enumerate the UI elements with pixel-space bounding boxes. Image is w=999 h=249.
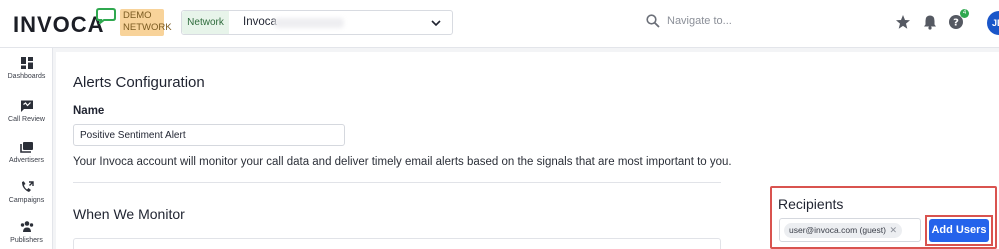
add-users-button[interactable]: Add Users (929, 219, 989, 242)
sidebar: Dashboards Call Review Advertisers Campa… (0, 48, 53, 249)
page-title: Alerts Configuration (73, 74, 205, 91)
sidebar-item-label: Dashboards (7, 73, 46, 80)
monitor-settings-panel (73, 238, 721, 249)
monitor-description: Your Invoca account will monitor your ca… (73, 156, 732, 168)
divider (73, 182, 721, 183)
name-label: Name (73, 105, 105, 117)
avatar[interactable]: JE (987, 11, 999, 35)
demo-network-badge: DEMO NETWORK (120, 9, 172, 36)
sidebar-item-dashboards[interactable]: Dashboards (0, 56, 53, 96)
remove-recipient-icon[interactable]: ✕ (889, 223, 897, 238)
publishers-icon (20, 221, 33, 232)
sidebar-item-label: Call Review (8, 116, 45, 123)
sidebar-item-label: Publishers (10, 237, 43, 244)
search-placeholder: Navigate to... (667, 15, 732, 27)
recipients-heading: Recipients (778, 196, 844, 212)
dashboard-icon (20, 57, 33, 69)
advertisers-icon (19, 142, 33, 153)
sidebar-item-publishers[interactable]: Publishers (0, 220, 53, 249)
star-icon[interactable] (895, 14, 911, 30)
recipients-input[interactable]: user@invoca.com (guest) ✕ (779, 218, 921, 242)
recipients-panel: Recipients user@invoca.com (guest) ✕ Add… (770, 186, 997, 249)
recipient-chip: user@invoca.com (guest) ✕ (784, 223, 902, 238)
chevron-down-icon (431, 20, 441, 27)
logo-text: INVOCA (13, 12, 105, 37)
top-bar: INVOCA DEMO NETWORK Network Invoca Navig… (0, 0, 999, 48)
sidebar-item-advertisers[interactable]: Advertisers (0, 140, 53, 180)
network-selector[interactable]: Network Invoca (181, 10, 453, 35)
call-review-icon (20, 100, 33, 112)
sidebar-item-campaigns[interactable]: Campaigns (0, 180, 53, 220)
recipient-email: user@invoca.com (guest) (789, 225, 886, 235)
invoca-logo[interactable]: INVOCA (13, 8, 116, 37)
when-we-monitor-heading: When We Monitor (73, 206, 185, 222)
add-users-highlight: Add Users (925, 215, 993, 246)
sidebar-item-label: Campaigns (8, 197, 45, 204)
navigate-search[interactable]: Navigate to... (646, 14, 732, 28)
sidebar-item-label: Advertisers (8, 157, 44, 164)
bell-icon[interactable] (922, 14, 938, 30)
campaigns-icon (21, 181, 34, 192)
redacted-network-name (274, 18, 344, 28)
chat-bubble-icon (96, 8, 116, 24)
svg-text:?: ? (953, 18, 959, 29)
network-value: Invoca (243, 16, 277, 28)
network-tag: Network (182, 11, 229, 34)
alert-name-input[interactable] (73, 124, 345, 146)
sidebar-item-call-review[interactable]: Call Review (0, 99, 53, 139)
help-count-badge: 4 (960, 9, 969, 18)
search-icon (646, 14, 660, 28)
